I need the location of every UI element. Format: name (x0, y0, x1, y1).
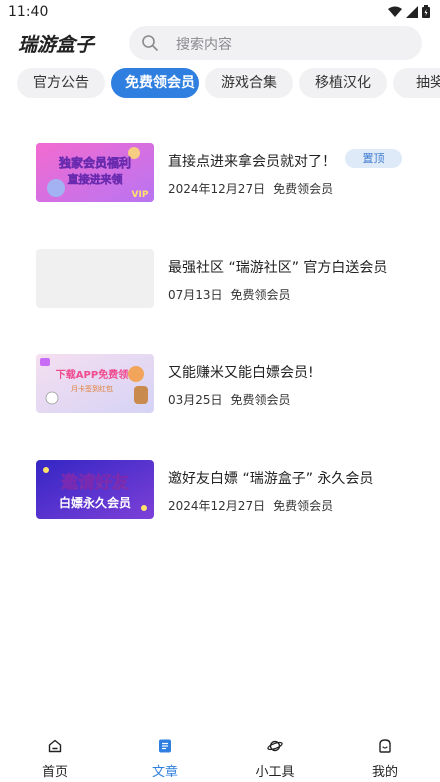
status-time: 11:40 (8, 4, 49, 20)
nav-tools[interactable]: 小工具 (220, 734, 330, 782)
article-category: 免费领会员 (230, 288, 291, 302)
thumb-text-1: 邀请好友 (61, 472, 129, 493)
battery-icon (422, 5, 430, 18)
thumb-text-1: 独家会员福利 (58, 155, 131, 170)
tab-lottery[interactable]: 抽奖活 (393, 68, 440, 98)
thumb-text-3: VIP (132, 190, 149, 200)
header: 瑞游盒子 搜索内容 (0, 26, 440, 62)
article-date: 2024年12月27日 (168, 499, 266, 513)
article-date: 07月13日 (168, 288, 223, 302)
nav-profile[interactable]: 我的 (330, 734, 440, 782)
nav-profile-label: 我的 (371, 765, 398, 780)
article-item[interactable]: 下载APP免费领 月卡签到红包 又能赚米又能白嫖会员! 03月25日 免费领会员 (0, 354, 440, 420)
nav-home[interactable]: 首页 (0, 734, 110, 782)
tab-free-membership[interactable]: 免费领会员 (111, 68, 199, 98)
article-item[interactable]: 邀请好友 白嫖永久会员 邀好友白嫖 “瑞游盒子” 永久会员 2024年12月27… (0, 460, 440, 526)
home-icon (48, 739, 62, 753)
nav-home-label: 首页 (41, 765, 68, 780)
article-thumbnail: 下载APP免费领 月卡签到红包 (36, 354, 154, 413)
article-title: 邀好友白嫖 “瑞游盒子” 永久会员 (168, 471, 374, 487)
article-thumbnail-placeholder (36, 249, 154, 308)
article-date: 2024年12月27日 (168, 182, 266, 196)
search-input[interactable]: 搜索内容 (129, 26, 422, 60)
status-icons (388, 5, 430, 18)
article-category: 免费领会员 (273, 499, 334, 513)
nav-tools-label: 小工具 (255, 765, 295, 780)
article-meta: 03月25日 免费领会员 (168, 391, 291, 408)
thumb-text-2: 白嫖永久会员 (59, 495, 131, 510)
wifi-icon (388, 6, 402, 17)
status-bar: 11:40 (0, 0, 440, 26)
article-thumbnail: 邀请好友 白嫖永久会员 (36, 460, 154, 519)
signal-icon (406, 5, 418, 18)
category-tabs: 官方公告 免费领会员 游戏合集 移植汉化 抽奖活 (0, 68, 440, 100)
app-title: 瑞游盒子 (18, 34, 95, 56)
article-date: 03月25日 (168, 393, 223, 407)
profile-icon (379, 739, 391, 753)
article-title: 最强社区 “瑞游社区” 官方白送会员 (168, 260, 388, 276)
article-category: 免费领会员 (273, 182, 334, 196)
article-meta: 07月13日 免费领会员 (168, 286, 291, 303)
article-meta: 2024年12月27日 免费领会员 (168, 180, 333, 197)
article-thumbnail: 独家会员福利 直接进来领 VIP (36, 143, 154, 202)
article-meta: 2024年12月27日 免费领会员 (168, 497, 333, 514)
article-category: 免费领会员 (230, 393, 291, 407)
article-item[interactable]: 最强社区 “瑞游社区” 官方白送会员 07月13日 免费领会员 (0, 249, 440, 315)
bottom-nav: 首页 文章 小工具 我的 (0, 734, 440, 782)
tab-ports-localization[interactable]: 移植汉化 (299, 68, 387, 98)
pinned-badge: 置顶 (345, 149, 402, 168)
nav-articles-label: 文章 (151, 765, 178, 780)
thumb-text-2: 直接进来领 (68, 172, 123, 186)
nav-articles[interactable]: 文章 (110, 734, 220, 782)
article-icon (159, 739, 171, 753)
search-placeholder: 搜索内容 (176, 37, 232, 53)
thumb-text-2: 月卡签到红包 (71, 384, 113, 393)
planet-icon (267, 740, 283, 752)
article-title: 又能赚米又能白嫖会员! (168, 365, 314, 381)
tab-official-announcements[interactable]: 官方公告 (17, 68, 105, 98)
article-item[interactable]: 独家会员福利 直接进来领 VIP 直接点进来拿会员就对了！ 置顶 2024年12… (0, 143, 440, 209)
tab-game-collections[interactable]: 游戏合集 (205, 68, 293, 98)
search-icon (142, 35, 158, 51)
thumb-text-1: 下载APP免费领 (56, 368, 128, 381)
